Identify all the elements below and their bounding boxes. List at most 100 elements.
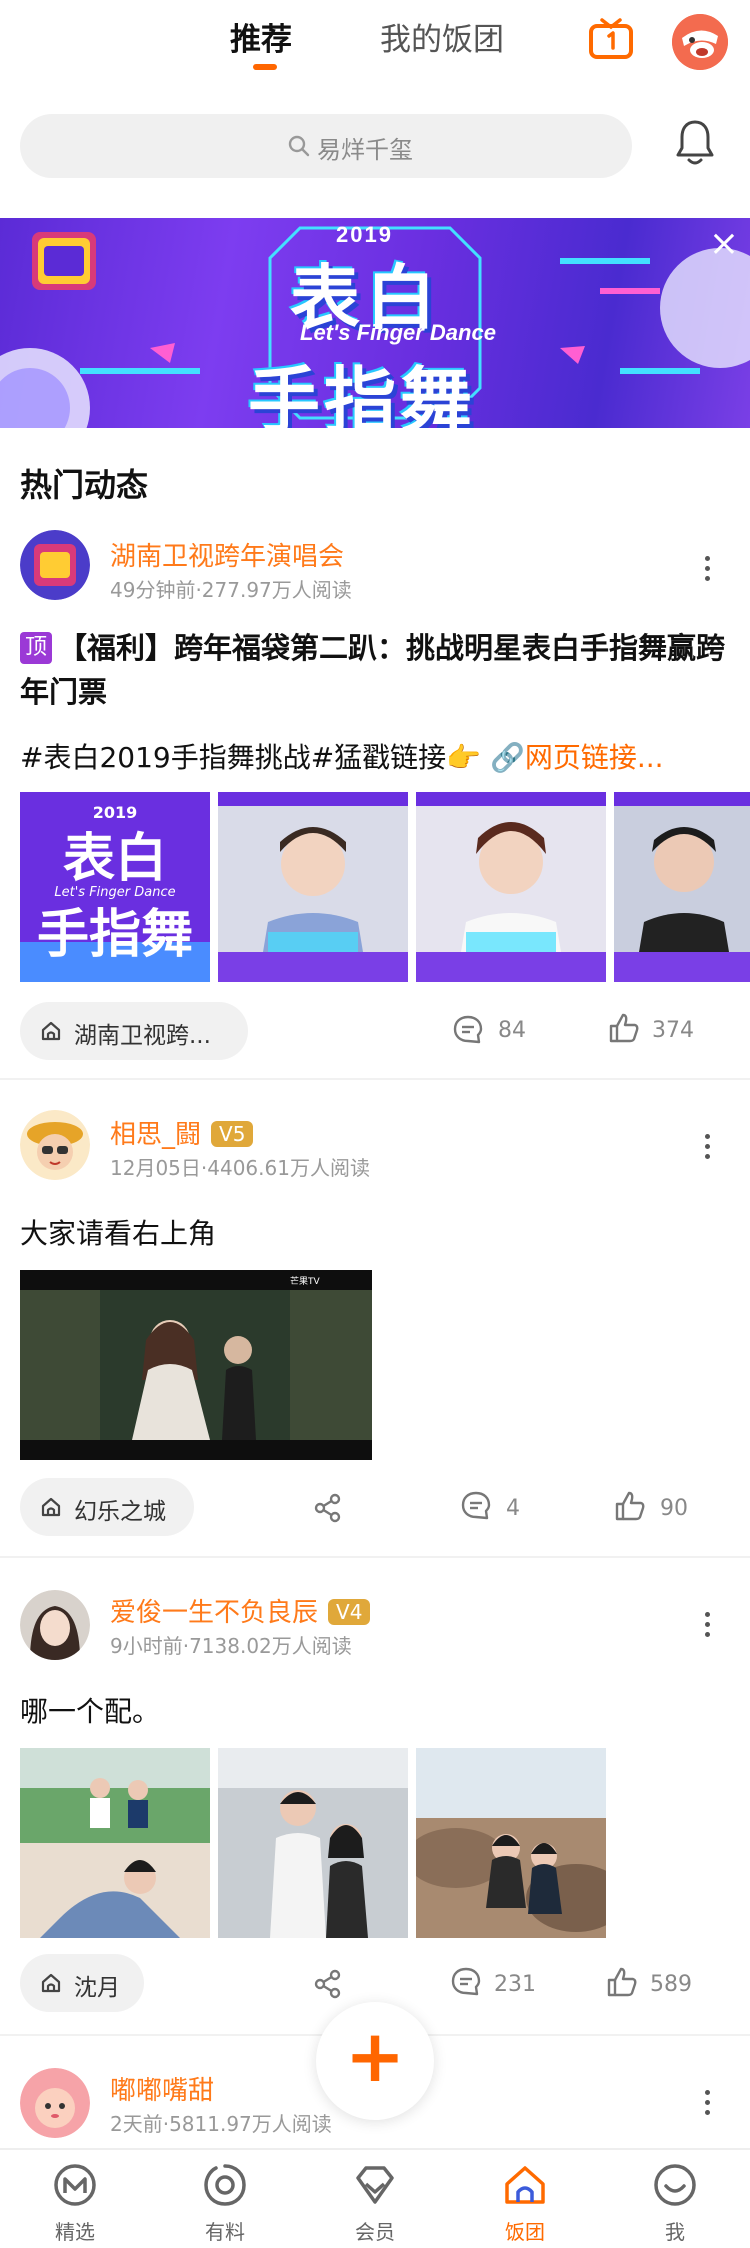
svg-text:表白: 表白 [63,829,167,889]
comment-icon[interactable] [452,1014,484,1046]
search-placeholder: 易烊千玺 [317,136,413,164]
post-image[interactable] [218,1748,408,1938]
plus-icon: + [344,2014,406,2098]
post-author: 相思_闘 [110,1120,202,1150]
smile-icon [654,2164,696,2206]
nav-item-fangroup[interactable]: 饭团 [450,2150,600,2248]
create-post-button[interactable]: + [316,2002,434,2120]
post-meta: 2天前·5811.97万人阅读 [110,2112,332,2136]
comment-icon[interactable] [460,1490,492,1522]
vip-badge: V4 [328,1599,371,1625]
promo-banner[interactable]: 2019 表白 Let's Finger Dance 手指舞 × [0,218,750,428]
post-image[interactable]: 芒果TV [20,1270,372,1460]
avatar[interactable] [20,1110,90,1180]
top-bar: 推荐 我的饭团 [0,0,750,80]
user-avatar[interactable] [672,14,728,70]
post-body-text: #表白2019手指舞挑战#猛戳链接👉 [20,741,482,774]
home-icon [41,1021,61,1041]
svg-text:芒果TV: 芒果TV [290,1275,320,1287]
nav-label: 饭团 [505,2220,545,2244]
post-body: 大家请看右上角 [20,1217,217,1250]
tab-active-indicator [253,64,277,70]
svg-text:Let's Finger Dance: Let's Finger Dance [54,885,175,900]
search-icon [288,135,310,157]
like-icon[interactable] [608,1012,640,1044]
post-meta: 12月05日·4406.61万人阅读 [110,1156,370,1180]
group-tag-label: 幻乐之城 [74,1499,166,1525]
like-count: 374 [652,1018,694,1043]
post-image[interactable] [416,1748,606,1938]
post-author[interactable]: 嘟嘟嘴甜 [110,2070,214,2107]
web-link-label: 网页链接... [524,741,664,774]
svg-text:2019: 2019 [93,803,138,822]
tv-icon[interactable] [588,18,634,60]
post-image[interactable] [416,792,606,982]
nav-item-me[interactable]: 我 [600,2150,750,2248]
avatar[interactable] [20,1590,90,1660]
nav-label: 会员 [355,2220,395,2244]
pinned-badge: 顶 [20,632,52,664]
post-image[interactable]: 2019 表白 Let's Finger Dance 手指舞 [20,792,210,982]
nav-item-discover[interactable]: 有料 [150,2150,300,2248]
search-bar[interactable]: 易烊千玺 [20,114,632,178]
post-image[interactable] [614,792,750,982]
comment-count: 84 [498,1018,526,1043]
post-author-row[interactable]: 相思_闘 V5 [110,1114,254,1151]
nav-item-vip[interactable]: 会员 [300,2150,450,2248]
event-logo [26,226,102,296]
banner-title-line2: 手指舞 [248,359,477,428]
group-tag[interactable]: 幻乐之城 [20,1478,194,1536]
divider [0,1078,750,1080]
avatar[interactable] [20,2068,90,2138]
group-tag-label: 沈月 [74,1975,120,2001]
home-icon [505,2166,545,2204]
comment-count: 4 [506,1496,520,1521]
group-tag[interactable]: 沈月 [20,1954,144,2012]
home-icon [41,1973,61,1993]
more-icon[interactable] [702,2090,712,2122]
group-tag-label: 湖南卫视跨... [74,1023,211,1049]
bell-icon[interactable] [674,118,716,168]
post-meta: 49分钟前·277.97万人阅读 [110,578,352,602]
post-author[interactable]: 湖南卫视跨年演唱会 [110,536,344,573]
diamond-icon [356,2166,394,2204]
more-icon[interactable] [702,556,712,588]
more-icon[interactable] [702,1134,712,1166]
tab-my-group[interactable]: 我的饭团 [380,14,504,59]
bottom-nav: 精选 有料 会员 饭团 我 [0,2148,750,2248]
like-count: 589 [650,1972,692,1997]
nav-label: 我 [665,2220,685,2244]
like-icon[interactable] [614,1490,646,1522]
eye-icon [204,2164,246,2206]
comment-icon[interactable] [450,1966,482,1998]
section-title: 热门动态 [20,466,149,504]
close-icon[interactable]: × [704,224,744,264]
share-icon[interactable] [312,1968,344,2000]
post-author-row[interactable]: 爱俊一生不负良辰 V4 [110,1592,371,1629]
post-author: 爱俊一生不负良辰 [110,1598,319,1628]
nav-item-featured[interactable]: 精选 [0,2150,150,2248]
nav-label: 有料 [205,2220,245,2244]
home-icon [41,1497,61,1517]
post-image[interactable] [218,792,408,982]
avatar[interactable] [20,530,90,600]
post-body: 哪一个配。 [20,1695,161,1728]
post-title[interactable]: 顶【福利】跨年福袋第二趴：挑战明星表白手指舞赢跨年门票 [20,626,732,714]
divider [0,1556,750,1558]
share-icon[interactable] [312,1492,344,1524]
comment-count: 231 [494,1972,536,1997]
like-icon[interactable] [606,1966,638,1998]
post-image[interactable] [20,1748,210,1938]
tab-recommend[interactable]: 推荐 [230,14,292,59]
more-icon[interactable] [702,1612,712,1644]
nav-label: 精选 [55,2220,95,2244]
m-circle-icon [54,2164,96,2206]
group-tag[interactable]: 湖南卫视跨... [20,1002,248,1060]
svg-text:手指舞: 手指舞 [37,905,193,965]
like-count: 90 [660,1496,688,1521]
post-body: #表白2019手指舞挑战#猛戳链接👉 🔗网页链接... [20,736,732,776]
vip-badge: V5 [211,1121,254,1147]
post-title-text: 【福利】跨年福袋第二趴：挑战明星表白手指舞赢跨年门票 [20,631,726,709]
post-meta: 9小时前·7138.02万人阅读 [110,1634,352,1658]
web-link[interactable]: 🔗网页链接... [490,741,664,774]
